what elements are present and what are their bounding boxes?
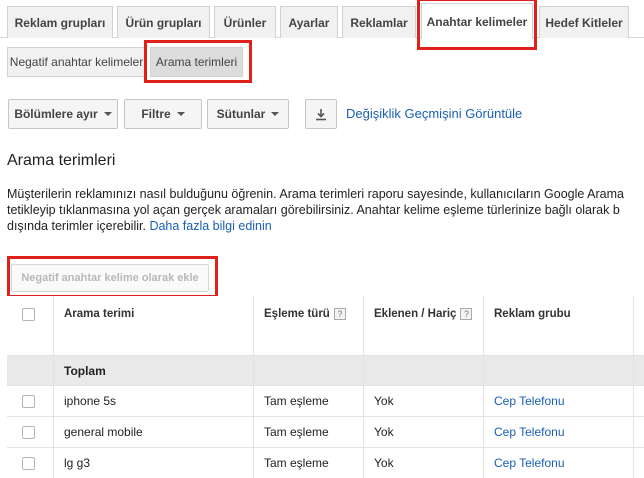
- tab-product-groups[interactable]: Ürün grupları: [117, 6, 210, 38]
- description-line: Müşterilerin reklamınızı nasıl bulduğunu…: [7, 187, 624, 201]
- add-negative-keyword-button[interactable]: Negatif anahtar kelime olarak ekle: [11, 264, 209, 292]
- cell-match-type: Tam eşleme: [264, 394, 329, 408]
- cell-ad-group-link[interactable]: Cep Telefonu: [494, 386, 565, 416]
- description-line: dışında terimler içerebilir. Daha fazla …: [7, 218, 644, 234]
- chevron-down-icon: [271, 112, 280, 116]
- segment-dropdown[interactable]: Bölümlere ayır: [8, 99, 118, 129]
- section-description: Müşterilerin reklamınızı nasıl bulduğunu…: [7, 186, 644, 234]
- cell-ad-group-link[interactable]: Cep Telefonu: [494, 417, 565, 447]
- cell-added-excluded: Yok: [374, 394, 394, 408]
- header-label: Eklenen / Hariç: [374, 308, 457, 321]
- tab-keywords[interactable]: Anahtar kelimeler: [421, 3, 533, 39]
- page-title: Arama terimleri: [7, 152, 116, 169]
- tab-label: Ürün grupları: [125, 15, 202, 30]
- table-row: iphone 5s Tam eşleme Yok Cep Telefonu: [7, 386, 644, 417]
- subtab-search-terms[interactable]: Arama terimleri: [150, 47, 243, 77]
- subtab-label: Arama terimleri: [155, 55, 238, 69]
- header-label: Eşleme türü: [264, 308, 330, 321]
- cell-added-excluded: Yok: [374, 425, 394, 439]
- select-all-checkbox[interactable]: [22, 308, 35, 321]
- cell-search-term: iphone 5s: [64, 394, 117, 408]
- tab-products[interactable]: Ürünler: [214, 6, 276, 38]
- table-row: general mobile Tam eşleme Yok Cep Telefo…: [7, 417, 644, 448]
- header-added-excluded[interactable]: Eklenen / Hariç?: [374, 296, 473, 355]
- column-divider: [363, 296, 364, 478]
- chevron-down-icon: [176, 112, 185, 116]
- help-icon[interactable]: ?: [333, 308, 346, 320]
- tab-settings[interactable]: Ayarlar: [280, 6, 338, 38]
- row-checkbox[interactable]: [22, 457, 35, 470]
- subtab-label: Negatif anahtar kelimeler: [9, 55, 144, 69]
- cell-search-term: lg g3: [64, 456, 91, 470]
- table-row: lg g3 Tam eşleme Yok Cep Telefonu: [7, 448, 644, 478]
- header-search-term[interactable]: Arama terimi: [64, 296, 134, 355]
- search-terms-table: Arama terimi Eşleme türü? Eklenen / Hari…: [7, 296, 644, 478]
- tab-label: Reklam grupları: [14, 15, 106, 30]
- total-label: Toplam: [64, 363, 106, 378]
- tab-audiences[interactable]: Hedef Kitleler: [539, 6, 629, 38]
- row-checkbox[interactable]: [22, 426, 35, 439]
- description-line-text: dışında terimler içerebilir.: [7, 219, 146, 233]
- cell-match-type: Tam eşleme: [264, 456, 329, 470]
- help-icon[interactable]: ?: [460, 308, 473, 320]
- tab-label: Hedef Kitleler: [545, 15, 623, 30]
- download-button[interactable]: [305, 99, 337, 129]
- cell-match-type: Tam eşleme: [264, 425, 329, 439]
- tab-ads[interactable]: Reklamlar: [342, 6, 416, 38]
- cell-search-term: general mobile: [64, 425, 143, 439]
- column-divider: [483, 296, 484, 478]
- filter-dropdown[interactable]: Filtre: [124, 99, 202, 129]
- header-match-type[interactable]: Eşleme türü?: [264, 296, 346, 355]
- chevron-down-icon: [103, 112, 112, 116]
- table-header-row: Arama terimi Eşleme türü? Eklenen / Hari…: [7, 296, 644, 356]
- description-line: tetikleyip tıklanmasına yol açan gerçek …: [7, 203, 620, 217]
- tab-ad-groups[interactable]: Reklam grupları: [7, 6, 113, 38]
- column-divider: [253, 296, 254, 478]
- header-ad-group[interactable]: Reklam grubu: [494, 296, 571, 355]
- tab-label: Ayarlar: [288, 15, 330, 30]
- tab-label: Ürünler: [223, 15, 267, 30]
- tab-label: Reklamlar: [350, 15, 408, 30]
- learn-more-link[interactable]: Daha fazla bilgi edinin: [149, 219, 271, 233]
- change-history-link[interactable]: Değişiklik Geçmişini Görüntüle: [346, 106, 522, 121]
- tab-label: Anahtar kelimeler: [426, 14, 528, 29]
- filter-label: Filtre: [141, 107, 171, 121]
- column-divider: [53, 296, 54, 478]
- subtab-negative-keywords[interactable]: Negatif anahtar kelimeler: [7, 47, 146, 77]
- cell-ad-group-link[interactable]: Cep Telefonu: [494, 448, 565, 478]
- column-divider: [633, 296, 634, 478]
- table-total-row: Toplam: [7, 356, 644, 386]
- segment-label: Bölümlere ayır: [14, 107, 98, 121]
- row-checkbox[interactable]: [22, 395, 35, 408]
- download-icon: [316, 108, 326, 120]
- columns-dropdown[interactable]: Sütunlar: [207, 99, 289, 129]
- columns-label: Sütunlar: [216, 107, 266, 121]
- cell-added-excluded: Yok: [374, 456, 394, 470]
- campaign-tab-bar: Reklam grupları Ürün grupları Ürünler Ay…: [0, 0, 644, 39]
